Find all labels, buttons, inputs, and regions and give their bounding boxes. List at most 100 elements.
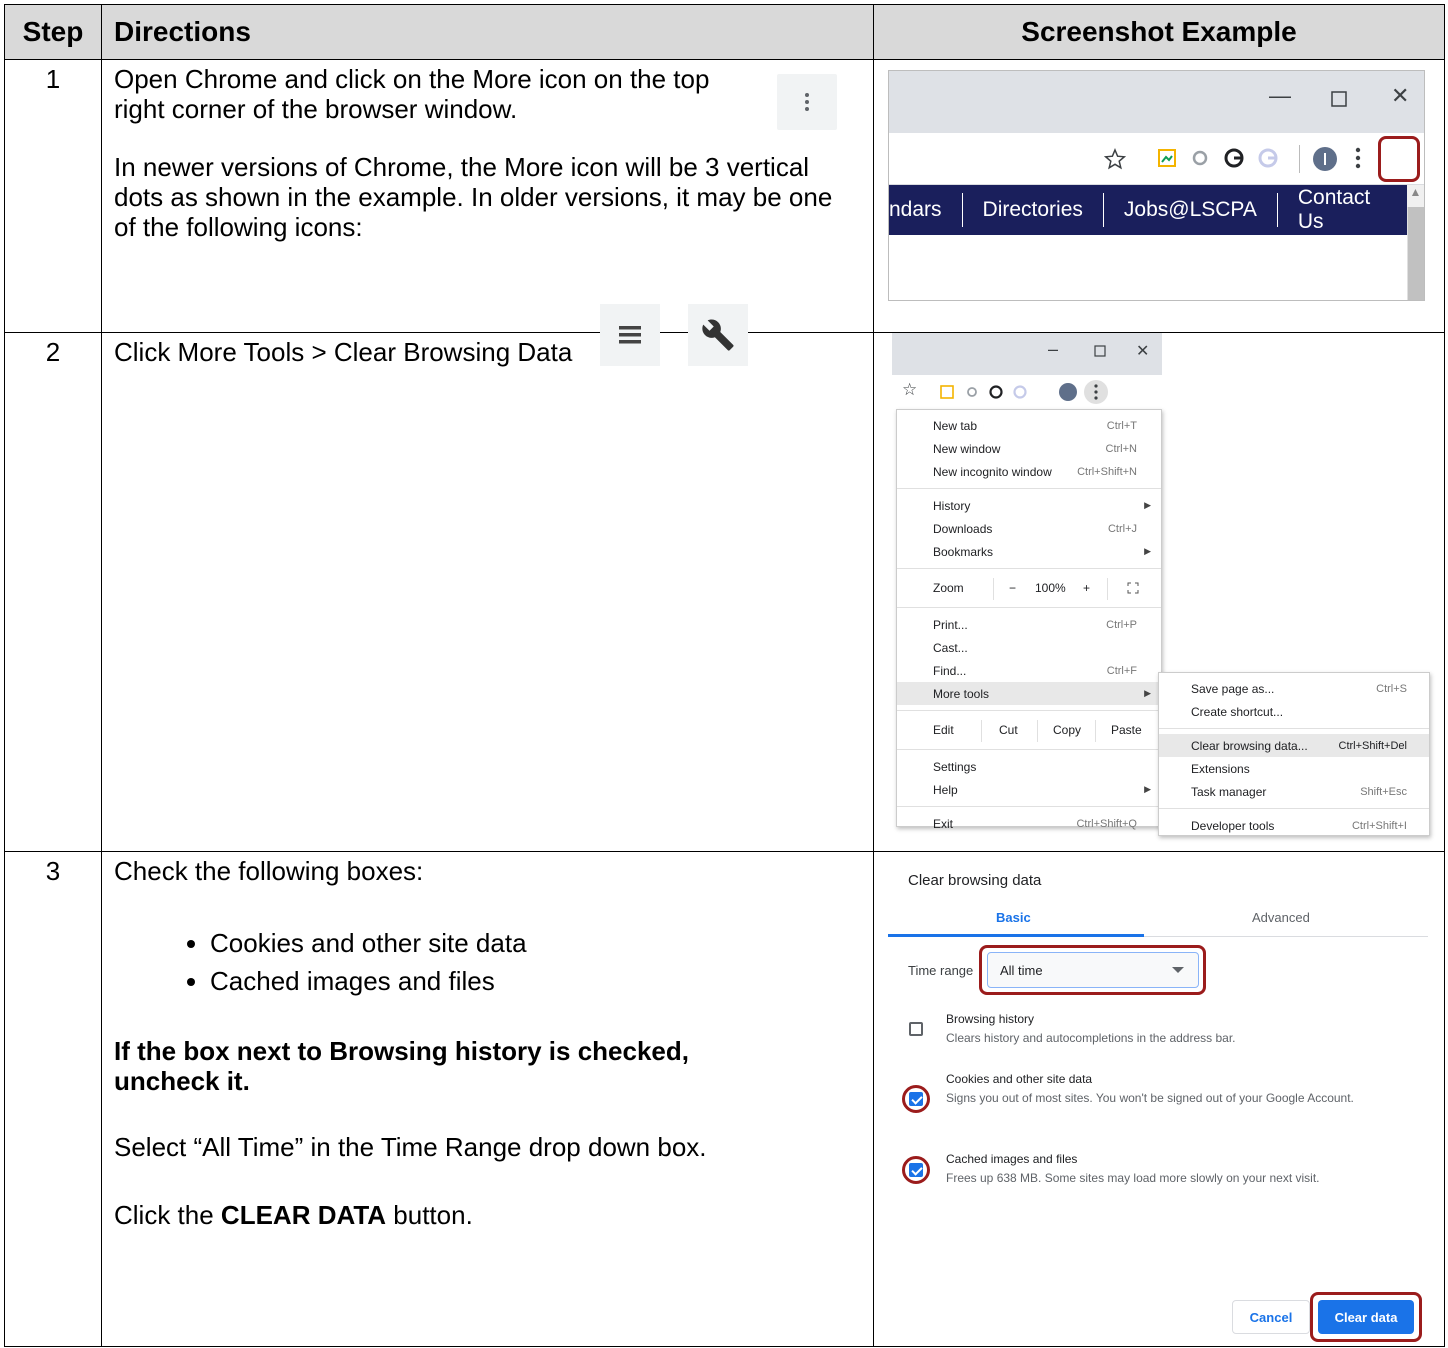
- copy-button[interactable]: Copy: [1053, 723, 1081, 737]
- chevron-right-icon: ▶: [1144, 688, 1151, 698]
- bullet-item: Cookies and other site data: [210, 924, 861, 962]
- cancel-button[interactable]: Cancel: [1232, 1300, 1310, 1334]
- menu-item-help[interactable]: Help ▶: [897, 778, 1161, 801]
- dialog-title: Clear browsing data: [908, 872, 1042, 889]
- extension-circle-icon: [1192, 150, 1208, 166]
- menu-item-cast[interactable]: Cast...: [897, 636, 1161, 659]
- submenu-item-developer-tools[interactable]: Developer tools Ctrl+Shift+I: [1159, 814, 1429, 837]
- nav-item: Jobs@LSCPA: [1104, 193, 1278, 227]
- menu-item-new-window[interactable]: New window Ctrl+N: [897, 437, 1161, 460]
- browser-window: — ✕ ndars Directories Jobs@LSCPA Contact…: [888, 70, 1425, 301]
- menu-item-new-tab[interactable]: New tab Ctrl+T: [897, 414, 1161, 437]
- star-icon: [1103, 148, 1127, 170]
- paste-button[interactable]: Paste: [1111, 723, 1142, 737]
- header-directions: Directions: [101, 4, 874, 60]
- close-icon: ✕: [1136, 343, 1150, 360]
- browser-chrome-small: – ✕ ☆: [874, 333, 1164, 413]
- step3-select-text: Select “All Time” in the Time Range drop…: [114, 1132, 707, 1162]
- time-range-label: Time range: [908, 963, 974, 978]
- submenu-item-create-shortcut[interactable]: Create shortcut...: [1159, 700, 1429, 723]
- submenu-item-extensions[interactable]: Extensions: [1159, 757, 1429, 780]
- header-row: Step Directions Screenshot Example: [4, 4, 1445, 60]
- browser-toolbar: [889, 133, 1424, 185]
- step1-text1: Open Chrome and click on the More icon o…: [114, 64, 710, 124]
- step-row-3: 3 Check the following boxes: Cookies and…: [4, 851, 1445, 1347]
- fullscreen-icon[interactable]: [1127, 582, 1139, 594]
- menu-zoom-row: Zoom − 100% +: [897, 574, 1161, 602]
- browsing-history-checkbox[interactable]: [909, 1022, 923, 1036]
- step2-screenshot: – ✕ ☆ New tab Ctrl+T New window Ctrl+N N…: [873, 332, 1445, 852]
- step-directions: Open Chrome and click on the More icon o…: [101, 59, 874, 366]
- menu-item-print[interactable]: Print... Ctrl+P: [897, 613, 1161, 636]
- step2-text: Click More Tools > Clear Browsing Data: [114, 337, 573, 367]
- chrome-menu: New tab Ctrl+T New window Ctrl+N New incog…: [896, 409, 1162, 831]
- close-icon: ✕: [1391, 83, 1410, 108]
- step1-screenshot: — ✕ ndars Directories Jobs@LSCPA Contact…: [873, 59, 1445, 333]
- menu-item-find[interactable]: Find... Ctrl+F: [897, 659, 1161, 682]
- highlight-box: [1378, 136, 1420, 182]
- bullet-item: Cached images and files: [210, 962, 861, 1000]
- maximize-icon: [1094, 345, 1106, 357]
- tab-advanced[interactable]: Advanced: [1252, 910, 1310, 925]
- extension-icon: [1158, 149, 1176, 167]
- extension-g-icon: [989, 385, 1003, 399]
- nav-item: Contact Us: [1297, 186, 1371, 233]
- scroll-up-icon: ▲: [1407, 185, 1424, 207]
- highlight-box: [902, 1156, 930, 1184]
- step-number: 3: [4, 851, 102, 1347]
- title-bar: — ✕: [889, 71, 1424, 133]
- option-desc: Frees up 638 MB. Some sites may load mor…: [946, 1171, 1320, 1185]
- zoom-label: Zoom: [933, 581, 964, 595]
- minimize-icon: –: [1048, 339, 1059, 359]
- browser-toolbar: ☆: [892, 375, 1162, 409]
- option-title: Cookies and other site data: [946, 1072, 1093, 1086]
- step-directions: Click More Tools > Clear Browsing Data: [101, 332, 874, 852]
- toolbar-divider: [1299, 145, 1300, 173]
- menu-item-more-tools[interactable]: More tools ▶: [897, 682, 1161, 705]
- extension-g2-icon: [1258, 148, 1278, 168]
- more-tools-submenu: Save page as... Ctrl+S Create shortcut...…: [1158, 672, 1430, 836]
- extension-g-icon: [1224, 148, 1244, 168]
- submenu-item-clear-browsing-data[interactable]: Clear browsing data... Ctrl+Shift+Del: [1159, 734, 1429, 757]
- chevron-right-icon: ▶: [1144, 500, 1151, 510]
- menu-item-downloads[interactable]: Downloads Ctrl+J: [897, 517, 1161, 540]
- star-icon: ☆: [902, 380, 918, 399]
- option-title: Cached images and files: [946, 1152, 1078, 1166]
- tab-basic[interactable]: Basic: [996, 910, 1031, 925]
- step-directions: Check the following boxes: Cookies and o…: [101, 851, 874, 1347]
- zoom-plus-button[interactable]: +: [1083, 581, 1090, 595]
- submenu-item-save-page[interactable]: Save page as... Ctrl+S: [1159, 677, 1429, 700]
- step1-text2: In newer versions of Chrome, the More ic…: [114, 152, 833, 242]
- option-desc: Clears history and autocompletions in th…: [946, 1031, 1236, 1045]
- step-row-2: 2 Click More Tools > Clear Browsing Data…: [4, 332, 1445, 852]
- step-number: 1: [4, 59, 102, 333]
- chevron-right-icon: ▶: [1144, 546, 1151, 556]
- highlight-box: [902, 1085, 930, 1113]
- highlight-box: [979, 945, 1206, 995]
- step3-intro: Check the following boxes:: [114, 856, 424, 886]
- menu-edit-row: Edit Cut Copy Paste: [897, 716, 1161, 744]
- step3-click-text: Click the CLEAR DATA button.: [114, 1200, 473, 1230]
- more-vert-icon: [1355, 147, 1361, 174]
- menu-item-settings[interactable]: Settings: [897, 755, 1161, 778]
- site-navbar: ndars Directories Jobs@LSCPA Contact Us: [889, 185, 1409, 235]
- step3-bullets: Cookies and other site data Cached image…: [210, 924, 861, 1000]
- zoom-minus-button[interactable]: −: [1009, 581, 1016, 595]
- edit-label: Edit: [933, 723, 954, 737]
- extension-circle-icon: [967, 387, 977, 397]
- maximize-icon: [1331, 87, 1347, 113]
- submenu-item-task-manager[interactable]: Task manager Shift+Esc: [1159, 780, 1429, 803]
- avatar: [1059, 383, 1077, 401]
- menu-item-history[interactable]: History ▶: [897, 494, 1161, 517]
- menu-item-exit[interactable]: Exit Ctrl+Shift+Q: [897, 812, 1161, 835]
- more-vert-icon: [777, 74, 837, 130]
- menu-item-bookmarks[interactable]: Bookmarks ▶: [897, 540, 1161, 563]
- minimize-icon: —: [1269, 83, 1291, 108]
- option-title: Browsing history: [946, 1012, 1035, 1026]
- cut-button[interactable]: Cut: [999, 723, 1018, 737]
- more-vert-icon[interactable]: [1084, 380, 1108, 404]
- step3-bold-note: If the box next to Browsing history is c…: [114, 1036, 689, 1096]
- step3-screenshot: Clear browsing data Basic Advanced Time …: [873, 851, 1445, 1347]
- menu-item-new-incognito[interactable]: New incognito window Ctrl+Shift+N: [897, 460, 1161, 483]
- step-row-1: 1 Open Chrome and click on the More icon…: [4, 59, 1445, 366]
